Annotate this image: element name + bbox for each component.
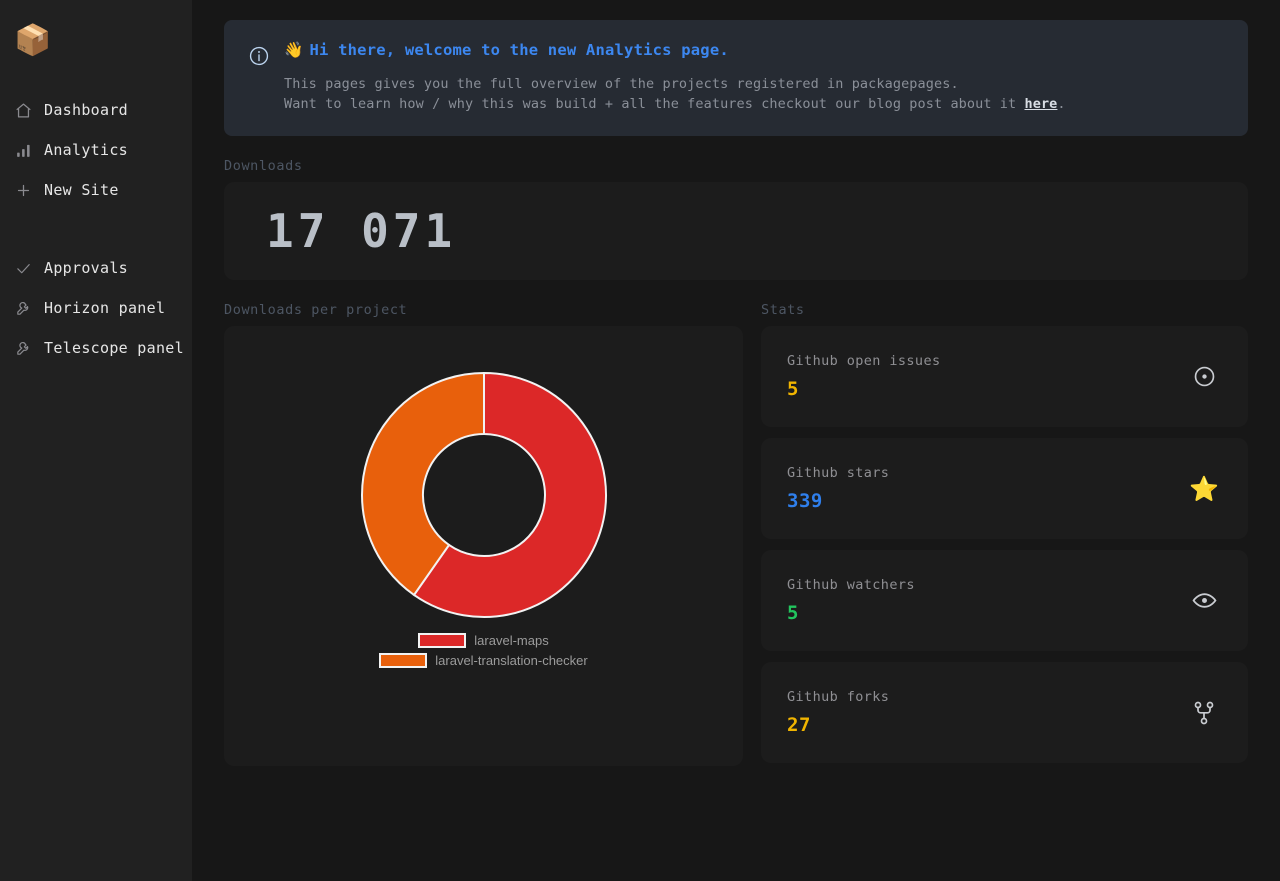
stat-card-github-forks: Github forks 27: [761, 662, 1248, 764]
stat-text: Github open issues 5: [787, 353, 941, 400]
sidebar-item-dashboard[interactable]: Dashboard: [14, 90, 192, 130]
legend-label: laravel-translation-checker: [435, 653, 588, 669]
sidebar-item-label: New Site: [44, 181, 119, 199]
sidebar-item-label: Approvals: [44, 259, 128, 277]
donut-chart: [360, 371, 608, 619]
issue-opened-icon: [1190, 363, 1218, 391]
sidebar-item-new-site[interactable]: New Site: [14, 170, 192, 210]
bar-chart-icon: [14, 141, 32, 159]
banner-description-line-1: This pages gives you the full overview o…: [284, 76, 959, 93]
chart-legend: laravel-maps laravel-translation-checker: [379, 633, 588, 673]
sidebar-item-telescope-panel[interactable]: Telescope panel: [14, 328, 192, 368]
sidebar-item-approvals[interactable]: Approvals: [14, 248, 192, 288]
banner-line2-suffix: .: [1057, 96, 1066, 113]
stat-label: Github forks: [787, 689, 890, 706]
sidebar-item-label: Horizon panel: [44, 299, 166, 317]
package-box-icon: 📦: [14, 23, 52, 58]
stat-label: Github stars: [787, 465, 890, 482]
stat-value: 339: [787, 490, 823, 513]
plus-icon: [14, 181, 32, 199]
welcome-banner: 👋 Hi there, welcome to the new Analytics …: [224, 20, 1248, 137]
git-fork-icon: [1190, 699, 1218, 727]
star-icon: ⭐: [1189, 474, 1219, 503]
sidebar-nav-secondary: Approvals Horizon panel Telescope panel: [0, 248, 192, 368]
legend-label: laravel-maps: [474, 633, 549, 649]
sidebar-item-label: Dashboard: [44, 101, 128, 119]
stat-text: Github forks 27: [787, 689, 889, 736]
banner-description-line-2: Want to learn how / why this was build +…: [284, 94, 1224, 114]
stat-text: Github watchers 5: [787, 577, 915, 624]
downloads-section-label: Downloads: [224, 158, 303, 175]
banner-title: 👋 Hi there, welcome to the new Analytics …: [284, 40, 1224, 60]
sidebar-item-horizon-panel[interactable]: Horizon panel: [14, 288, 192, 328]
stat-card-github-watchers: Github watchers 5: [761, 550, 1248, 652]
donut-chart-svg: [360, 372, 607, 619]
stat-value: 5: [787, 378, 799, 401]
banner-title-text: Hi there, welcome to the new Analytics p…: [309, 41, 729, 59]
stat-text: Github stars 339: [787, 465, 889, 512]
stat-label: Github watchers: [787, 577, 915, 594]
legend-item: laravel-maps: [379, 633, 587, 649]
legend-item: laravel-translation-checker: [379, 653, 588, 669]
stats-column: Stats Github open issues 5 Github stars …: [761, 280, 1248, 764]
blog-post-link[interactable]: here: [1025, 96, 1058, 112]
waving-hand-icon: 👋: [284, 41, 304, 59]
legend-swatch: [418, 633, 467, 649]
main-content: 👋 Hi there, welcome to the new Analytics …: [192, 0, 1280, 881]
stats-section-label: Stats: [761, 302, 805, 319]
check-icon: [14, 259, 32, 277]
downloads-total-value: 17 071: [266, 204, 457, 259]
info-circle-icon: [248, 45, 270, 71]
downloads-per-project-chart-card: laravel-maps laravel-translation-checker: [224, 326, 743, 767]
home-icon: [14, 101, 32, 119]
stat-card-github-open-issues: Github open issues 5: [761, 326, 1248, 428]
stat-value: 5: [787, 602, 799, 625]
wrench-icon: [14, 339, 32, 357]
sidebar-item-label: Analytics: [44, 141, 128, 159]
stat-value: 27: [787, 714, 811, 737]
chart-column: Downloads per project laravel-maps larav…: [224, 280, 743, 767]
downloads-card: 17 071: [224, 182, 1248, 281]
eye-icon: [1190, 587, 1218, 615]
banner-body: 👋 Hi there, welcome to the new Analytics …: [284, 40, 1224, 114]
stat-label: Github open issues: [787, 353, 941, 370]
wrench-icon: [14, 299, 32, 317]
sidebar-nav-primary: Dashboard Analytics New Site: [0, 90, 192, 210]
app-logo[interactable]: 📦: [0, 18, 192, 90]
stat-card-github-stars: Github stars 339 ⭐: [761, 438, 1248, 540]
banner-line2-prefix: Want to learn how / why this was build +…: [284, 96, 1025, 113]
dashboard-columns: Downloads per project laravel-maps larav…: [224, 280, 1248, 767]
sidebar: 📦 Dashboard Analytics New Site Approvals…: [0, 0, 192, 881]
sidebar-item-label: Telescope panel: [44, 339, 184, 357]
sidebar-item-analytics[interactable]: Analytics: [14, 130, 192, 170]
legend-swatch: [379, 653, 428, 669]
chart-section-label: Downloads per project: [224, 302, 408, 319]
